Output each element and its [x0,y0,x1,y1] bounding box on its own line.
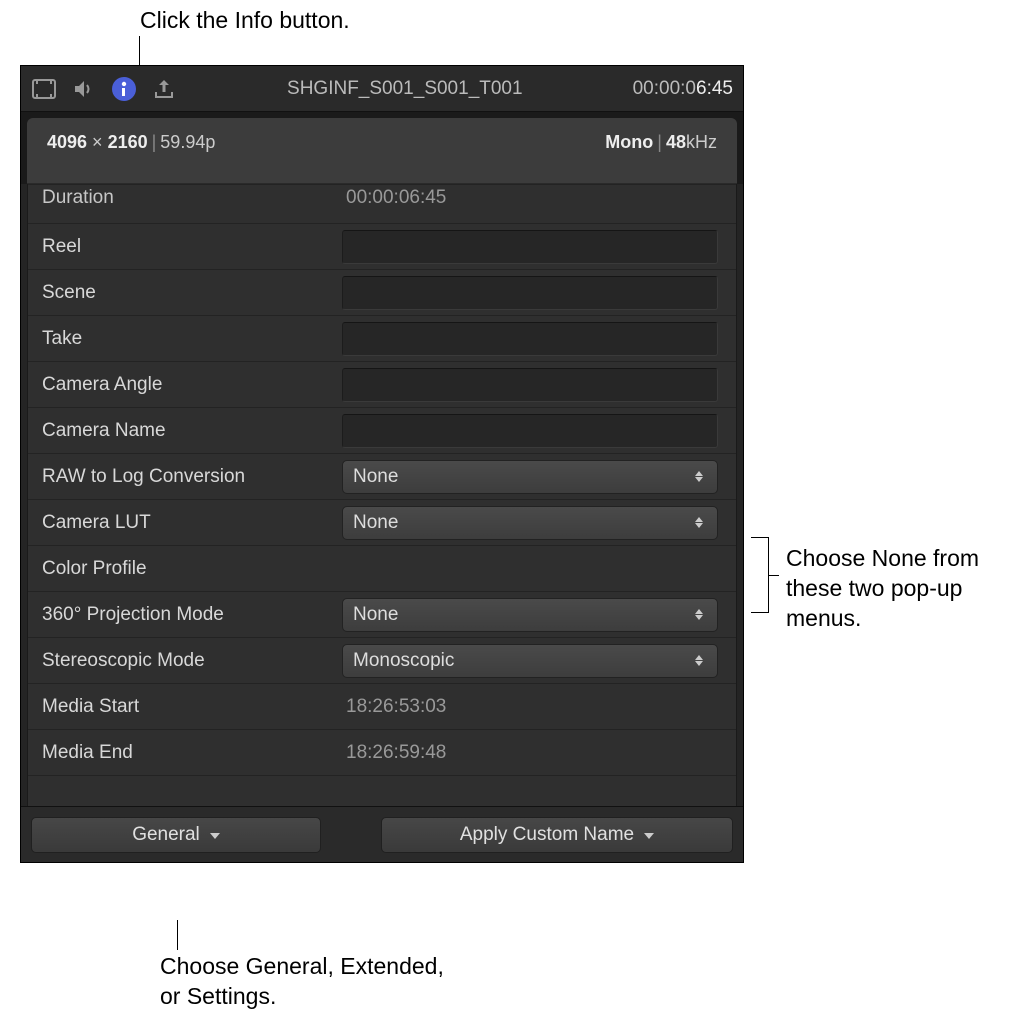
input-camera-name[interactable] [342,414,718,448]
chevron-down-icon [210,833,220,839]
label-camera-name: Camera Name [42,420,342,442]
updown-icon [691,461,707,493]
info-tab-button[interactable] [111,76,137,102]
label-media-start: Media Start [42,696,342,718]
row-projection-mode: 360° Projection Mode None [28,592,736,638]
row-raw-to-log: RAW to Log Conversion None [28,454,736,500]
updown-icon [691,507,707,539]
label-scene: Scene [42,282,342,304]
annotation-bracket [751,537,769,613]
input-scene[interactable] [342,276,718,310]
metadata-view-popup[interactable]: General [31,817,321,853]
label-take: Take [42,328,342,350]
input-camera-angle[interactable] [342,368,718,402]
annotation-popup-menus: Choose None from these two pop-up menus. [786,544,1006,634]
format-summary-bar: 4096 × 2160|59.94p Mono|48kHz [27,118,737,184]
label-media-end: Media End [42,742,342,764]
value-duration: 00:00:06:45 [342,181,718,215]
clip-name: SHGINF_S001_S001_T001 [177,78,633,100]
annotation-line [769,575,779,576]
popup-camera-lut[interactable]: None [342,506,718,540]
updown-icon [691,599,707,631]
row-reel: Reel [28,224,736,270]
label-camera-angle: Camera Angle [42,374,342,396]
input-take[interactable] [342,322,718,356]
inspector-panel: SHGINF_S001_S001_T001 00:00:06:45 4096 ×… [20,65,744,863]
popup-raw-to-log[interactable]: None [342,460,718,494]
label-reel: Reel [42,236,342,258]
label-duration: Duration [42,187,342,209]
video-tab-icon[interactable] [31,76,57,102]
popup-projection-mode[interactable]: None [342,598,718,632]
updown-icon [691,645,707,677]
row-media-end: Media End 18:26:59:48 [28,730,736,776]
label-camera-lut: Camera LUT [42,512,342,534]
value-media-start: 18:26:53:03 [342,690,718,724]
value-color-profile [342,552,718,586]
apply-custom-name-popup[interactable]: Apply Custom Name [381,817,733,853]
inspector-toolbar: SHGINF_S001_S001_T001 00:00:06:45 [21,66,743,112]
clip-timecode: 00:00:06:45 [633,78,733,100]
toolbar-icons [31,76,177,102]
input-reel[interactable] [342,230,718,264]
popup-stereoscopic[interactable]: Monoscopic [342,644,718,678]
share-tab-icon[interactable] [151,76,177,102]
inspector-bottom-bar: General Apply Custom Name [21,806,743,862]
video-format: 4096 × 2160|59.94p [47,132,215,153]
row-take: Take [28,316,736,362]
annotation-info-button: Click the Info button. [140,6,350,36]
row-camera-name: Camera Name [28,408,736,454]
chevron-down-icon [644,833,654,839]
row-duration: Duration 00:00:06:45 [28,184,736,224]
label-color-profile: Color Profile [42,558,342,580]
row-color-profile: Color Profile [28,546,736,592]
row-camera-angle: Camera Angle [28,362,736,408]
value-media-end: 18:26:59:48 [342,736,718,770]
row-scene: Scene [28,270,736,316]
label-projection-mode: 360° Projection Mode [42,604,342,626]
row-cutoff [28,776,736,806]
label-stereoscopic: Stereoscopic Mode [42,650,342,672]
label-raw-to-log: RAW to Log Conversion [42,466,342,488]
info-icon [112,77,136,101]
audio-tab-icon[interactable] [71,76,97,102]
row-media-start: Media Start 18:26:53:03 [28,684,736,730]
audio-format: Mono|48kHz [605,132,717,153]
row-camera-lut: Camera LUT None [28,500,736,546]
annotation-view-select: Choose General, Extended, or Settings. [160,952,460,1012]
annotation-line [177,920,178,950]
row-stereoscopic: Stereoscopic Mode Monoscopic [28,638,736,684]
metadata-fields: Duration 00:00:06:45 Reel Scene Take Cam… [27,184,737,806]
